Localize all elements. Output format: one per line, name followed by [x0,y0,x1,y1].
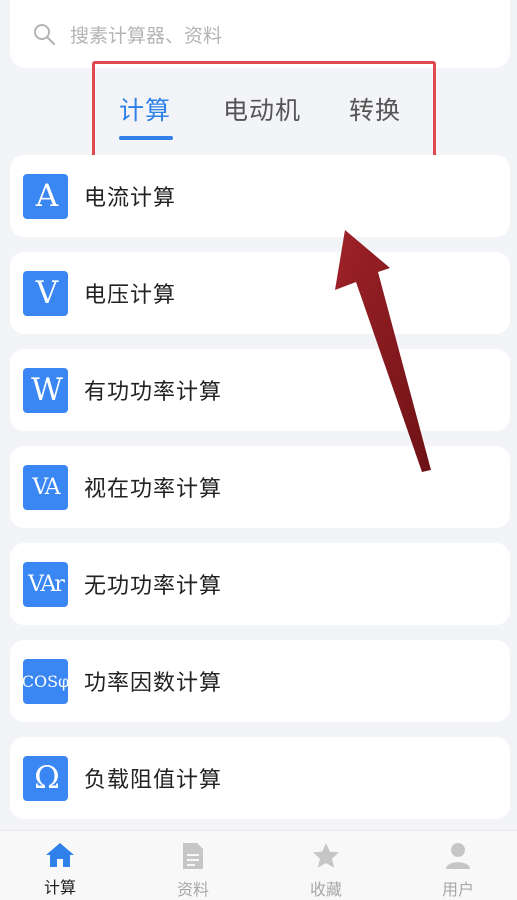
tab-calculate[interactable]: 计算 [119,91,171,127]
list-item-voltage[interactable]: V 电压计算 [10,252,510,334]
document-icon [183,843,203,869]
tab-convert[interactable]: 转换 [349,91,401,127]
nav-label: 计算 [43,878,76,897]
home-icon [46,843,74,867]
nav-label: 收藏 [309,880,342,899]
search-bar[interactable]: 搜素计算器、资料 [10,0,510,68]
watt-icon: W [23,367,68,413]
nav-user[interactable]: 用户 [408,831,508,900]
list-item-label: 有功功率计算 [84,380,223,405]
nav-label: 资料 [176,880,209,899]
tab-motor[interactable]: 电动机 [223,91,301,127]
nav-materials[interactable]: 资料 [143,831,243,900]
search-placeholder[interactable]: 搜素计算器、资料 [70,21,222,48]
list-item-reactive-power[interactable]: VAr 无功功率计算 [10,543,510,625]
nav-calculate[interactable]: 计算 [10,831,110,900]
list-item-current[interactable]: A 电流计算 [10,155,510,237]
list-item-label: 功率因数计算 [84,671,223,696]
ohm-icon: Ω [23,755,68,801]
list-item-label: 无功功率计算 [84,574,223,599]
list-item-power-factor[interactable]: COSφ 功率因数计算 [10,640,510,722]
list-item-apparent-power[interactable]: VA 视在功率计算 [10,446,510,528]
volt-ampere-icon: VA [23,464,68,510]
bottom-nav: 计算 资料 收藏 用户 [0,830,517,900]
var-icon: VAr [23,561,68,607]
list-item-active-power[interactable]: W 有功功率计算 [10,349,510,431]
user-icon [446,843,470,869]
cosphi-icon: COSφ [23,658,68,704]
star-icon [313,843,339,868]
nav-favorites[interactable]: 收藏 [276,831,376,900]
ampere-icon: A [23,173,68,219]
list-item-load-resistance[interactable]: Ω 负载阻值计算 [10,737,510,819]
list-item-label: 电压计算 [84,283,177,308]
nav-label: 用户 [441,880,474,899]
list-item-label: 视在功率计算 [84,477,223,502]
active-tab-indicator [119,136,173,140]
tab-bar-highlight: 计算 电动机 转换 [92,61,436,158]
volt-icon: V [23,270,68,316]
list-item-label: 负载阻值计算 [84,768,223,793]
list-item-label: 电流计算 [84,186,177,211]
search-icon [34,24,56,46]
